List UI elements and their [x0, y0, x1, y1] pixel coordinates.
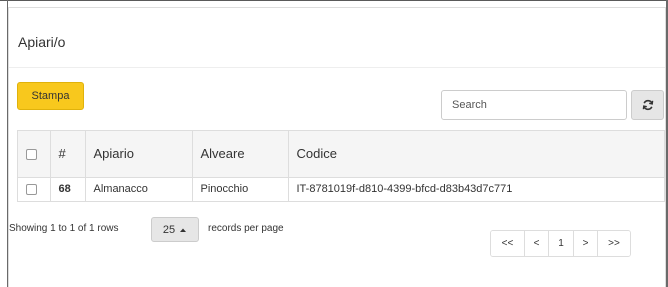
records-per-page-label: records per page [208, 223, 284, 234]
cell-apiario: Almanacco [85, 177, 193, 201]
pagination-info: Showing 1 to 1 of 1 rows [9, 223, 119, 234]
header-alveare[interactable]: Alveare [192, 131, 289, 178]
row-select[interactable] [18, 177, 51, 201]
page-next-button[interactable]: > [574, 231, 598, 256]
refresh-icon [642, 99, 653, 111]
cell-number: 68 [50, 177, 86, 201]
header-codice[interactable]: Codice [288, 131, 664, 178]
header-select-all[interactable] [18, 131, 51, 178]
page-last-button[interactable]: >> [598, 231, 630, 256]
page-size-dropdown[interactable]: 25 [151, 217, 199, 242]
refresh-button[interactable] [631, 90, 664, 120]
table-header-row: # Apiario Alveare Codice [18, 131, 664, 178]
header-apiario[interactable]: Apiario [85, 131, 193, 178]
page-prev-button[interactable]: < [525, 231, 549, 256]
header-number[interactable]: # [50, 131, 86, 178]
records-table: # Apiario Alveare Codice 68 Almanacco Pi… [17, 130, 665, 202]
panel-heading: Apiari/o [9, 8, 665, 68]
cell-alveare: Pinocchio [192, 177, 289, 201]
page-first-button[interactable]: << [491, 231, 525, 256]
page-size-value: 25 [162, 223, 176, 236]
select-all-checkbox[interactable] [26, 149, 37, 161]
caret-up-icon [180, 228, 187, 232]
print-button[interactable]: Stampa [17, 82, 84, 110]
table-row[interactable]: 68 Almanacco Pinocchio IT-8781019f-d810-… [18, 177, 664, 201]
page-title: Apiari/o [18, 34, 66, 50]
window-frame-top [0, 0, 668, 1]
page-1-button[interactable]: 1 [549, 231, 574, 256]
pagination: << < 1 > >> [490, 230, 631, 257]
search-input[interactable] [441, 90, 627, 120]
row-checkbox[interactable] [26, 183, 37, 195]
cell-codice: IT-8781019f-d810-4399-bfcd-d83b43d7c771 [296, 183, 513, 196]
